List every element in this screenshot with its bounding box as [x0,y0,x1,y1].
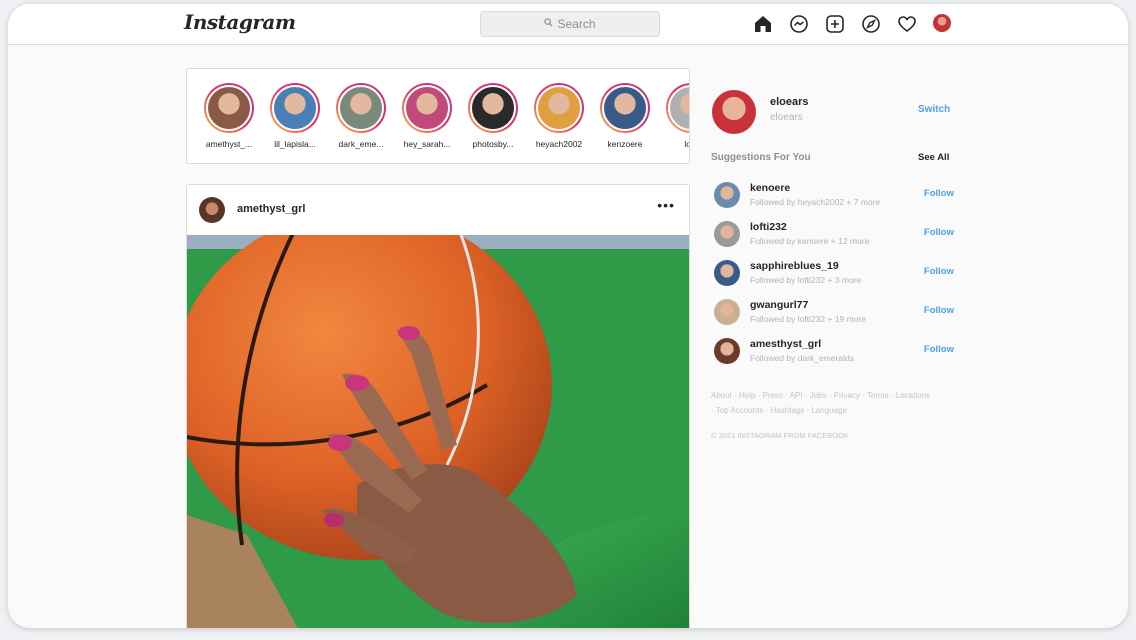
story-avatar [470,85,516,131]
feed-post: amethyst_grl ••• [186,184,690,628]
suggestion-followed-by: Followed by heyach2002 + 7 more [750,197,881,207]
stories-tray: amethyst_... lil_lapisla... dark_eme... hey… [186,68,690,164]
story-username: lofti [684,139,689,149]
story-item[interactable]: lil_lapisla... [263,83,327,149]
see-all-link[interactable]: See All [918,152,949,163]
current-user-fullname: eloears [770,112,803,123]
footer-links[interactable]: About · Help · Press · API · Jobs · Priv… [711,388,931,418]
story-avatar [602,85,648,131]
story-ring[interactable] [204,83,254,133]
profile-avatar[interactable] [933,14,953,34]
follow-button[interactable]: Follow [924,266,954,277]
basketball-photo [187,235,689,628]
story-avatar [206,85,252,131]
current-user-avatar[interactable] [712,90,756,134]
follow-button[interactable]: Follow [924,227,954,238]
story-ring[interactable] [666,83,689,133]
suggestion-avatar[interactable] [714,221,740,247]
new-post-icon[interactable] [825,14,845,34]
story-ring[interactable] [534,83,584,133]
story-username: photosby... [472,139,514,149]
app-window: Instagram Search amethyst_... lil_lapisl… [8,4,1128,628]
more-options-icon[interactable]: ••• [657,197,675,213]
heart-icon[interactable] [897,14,917,34]
suggestion-followed-by: Followed by lofti232 + 19 more [750,314,866,324]
story-item[interactable]: amethyst_... [197,83,261,149]
post-author-username[interactable]: amethyst_grl [237,203,305,215]
suggestions-title: Suggestions For You [711,152,811,163]
follow-button[interactable]: Follow [924,344,954,355]
copyright-text: © 2021 INSTAGRAM FROM FACEBOOK [711,431,849,440]
story-username: hey_sarah... [403,139,451,149]
story-username: amethyst_... [205,139,253,149]
story-item[interactable]: dark_eme... [329,83,393,149]
story-username: heyach2002 [535,139,583,149]
search-icon [544,18,553,30]
post-author-avatar[interactable] [199,197,225,223]
story-ring[interactable] [402,83,452,133]
story-item[interactable]: heyach2002 [527,83,591,149]
suggestion-avatar[interactable] [714,260,740,286]
search-input[interactable]: Search [480,11,660,37]
suggestion-row: lofti232 Followed by kenoere + 12 more Fol… [714,219,954,253]
story-item[interactable]: kenzoere [593,83,657,149]
story-item[interactable]: lofti [659,83,689,149]
suggestion-followed-by: Followed by dark_emeralds [750,353,854,363]
story-item[interactable]: photosby... [461,83,525,149]
story-username: dark_eme... [338,139,384,149]
suggestion-row: kenoere Followed by heyach2002 + 7 more Fo… [714,180,954,214]
explore-icon[interactable] [861,14,881,34]
follow-button[interactable]: Follow [924,188,954,199]
home-icon[interactable] [753,14,773,34]
story-avatar [536,85,582,131]
story-ring[interactable] [336,83,386,133]
follow-button[interactable]: Follow [924,305,954,316]
suggestion-avatar[interactable] [714,338,740,364]
messenger-icon[interactable] [789,14,809,34]
top-navigation: Instagram Search [8,4,1128,45]
story-ring[interactable] [270,83,320,133]
nav-icons [753,14,953,34]
suggestion-username[interactable]: amesthyst_grl [750,338,821,350]
switch-account-button[interactable]: Switch [918,104,950,115]
search-placeholder: Search [557,17,596,31]
story-avatar [404,85,450,131]
story-item[interactable]: hey_sarah... [395,83,459,149]
suggestion-avatar[interactable] [714,299,740,325]
suggestion-followed-by: Followed by lofti232 + 3 more [750,275,862,285]
story-avatar [338,85,384,131]
story-avatar [272,85,318,131]
story-avatar [668,85,689,131]
post-image[interactable] [187,235,689,628]
suggestion-username[interactable]: sapphireblues_19 [750,260,839,272]
story-username: kenzoere [607,139,643,149]
suggestion-username[interactable]: kenoere [750,182,790,194]
suggestion-username[interactable]: lofti232 [750,221,787,233]
instagram-logo[interactable]: Instagram [184,10,296,34]
suggestion-followed-by: Followed by kenoere + 12 more [750,236,870,246]
post-header: amethyst_grl ••• [187,185,689,235]
suggestion-username[interactable]: gwangurl77 [750,299,808,311]
suggestion-row: sapphireblues_19 Followed by lofti232 + 3… [714,258,954,292]
suggestion-avatar[interactable] [714,182,740,208]
suggestion-row: amesthyst_grl Followed by dark_emeralds Fo… [714,336,954,370]
story-username: lil_lapisla... [274,139,316,149]
story-ring[interactable] [600,83,650,133]
story-ring[interactable] [468,83,518,133]
suggestion-row: gwangurl77 Followed by lofti232 + 19 more… [714,297,954,331]
current-user-username[interactable]: eloears [770,96,809,108]
